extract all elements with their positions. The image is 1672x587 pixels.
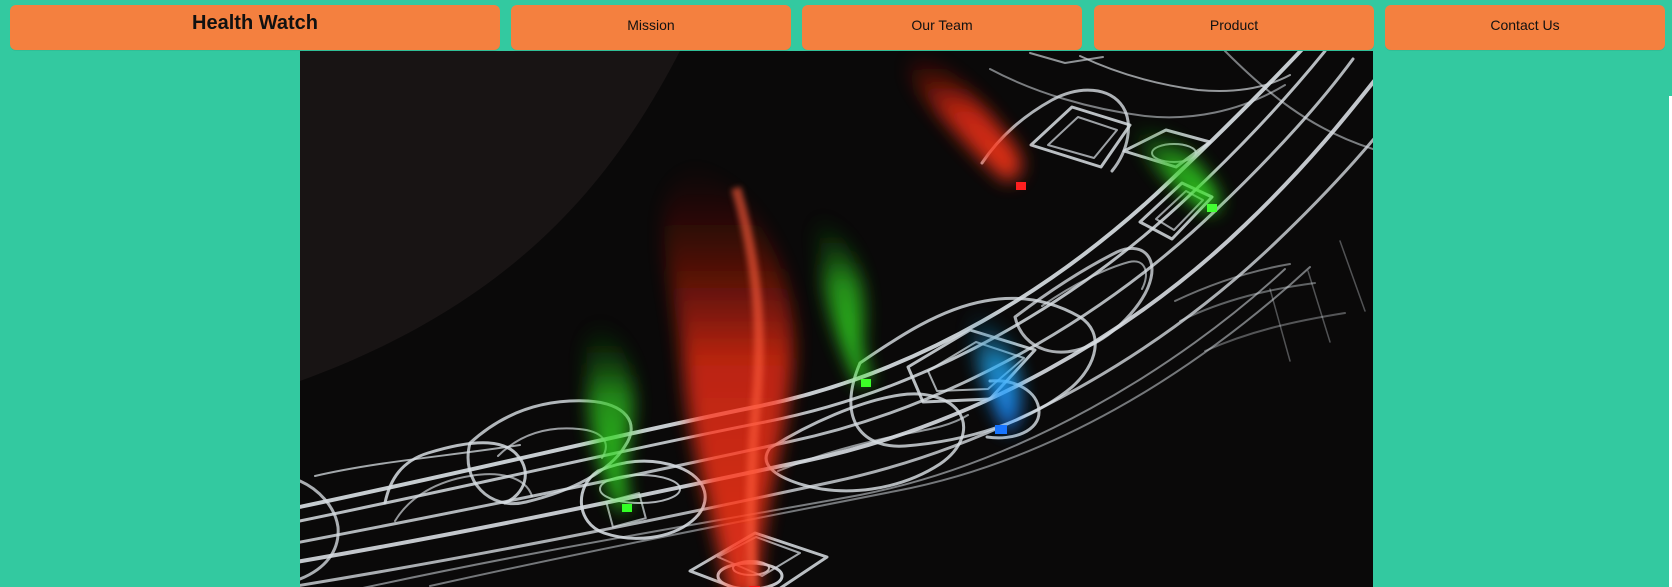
green-led-icon-center [861,379,871,387]
nav-our-team-label: Our Team [911,17,973,33]
health-watch-page: Health Watch Mission Our Team Product Co… [0,0,1672,587]
wireframe-device-illustration [300,51,1373,587]
nav-mission[interactable]: Mission [511,5,791,50]
nav-product-label: Product [1209,17,1259,33]
hero-image [300,51,1373,587]
brand-home-link[interactable]: Health Watch [10,5,500,50]
nav-our-team[interactable]: Our Team [802,5,1082,50]
upper-red-led-icon [1016,182,1026,190]
nav-mission-label: Mission [627,17,675,33]
green-led-icon-upper [1207,204,1217,212]
nav-contact-us[interactable]: Contact Us [1385,5,1665,50]
nav-contact-us-label: Contact Us [1490,17,1560,33]
nav-product[interactable]: Product [1094,5,1374,50]
green-led-icon-left [622,504,632,512]
main-navigation: Health Watch Mission Our Team Product Co… [0,5,1672,50]
blue-led-icon [995,425,1007,434]
brand-title: Health Watch [192,12,318,34]
